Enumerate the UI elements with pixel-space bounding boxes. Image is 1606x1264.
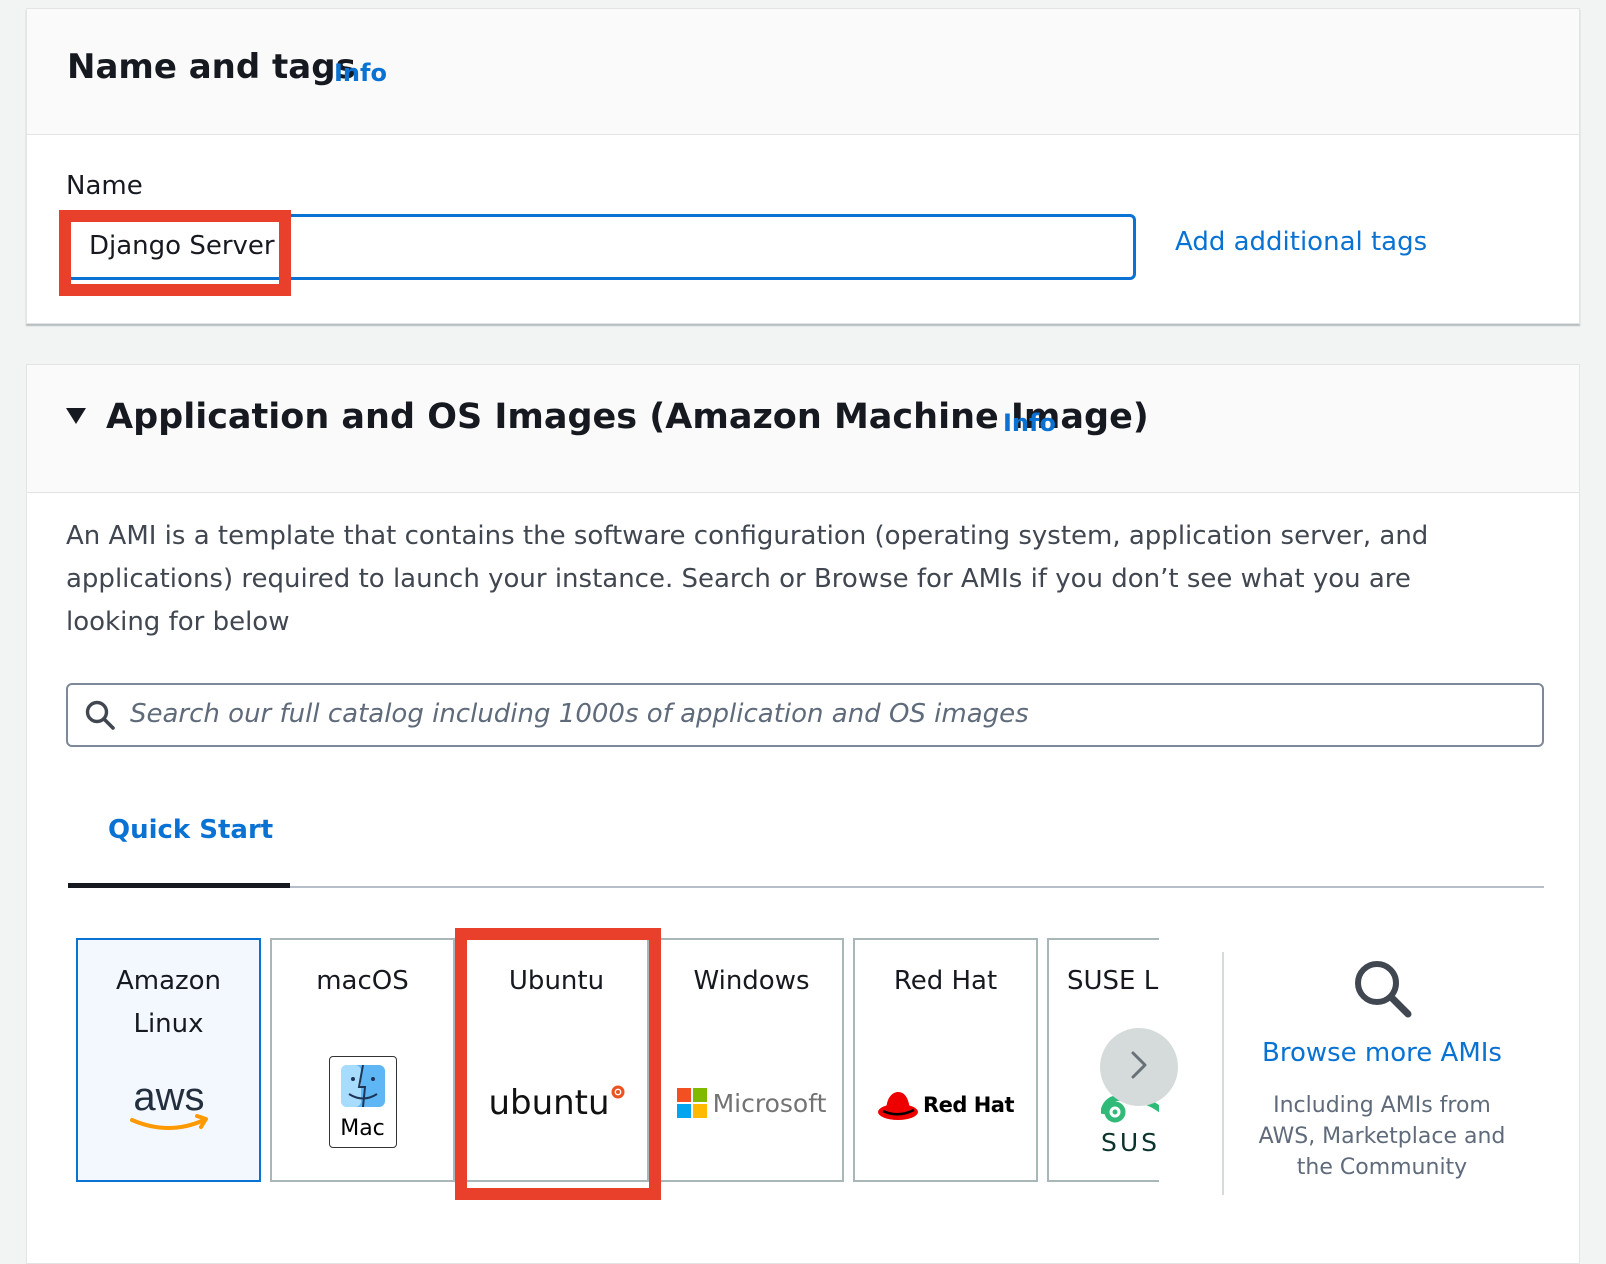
caret-down-icon[interactable] — [65, 407, 87, 429]
ami-search-input[interactable]: Search our full catalog including 1000s … — [66, 683, 1544, 747]
redhat-logo: Red Hat — [855, 1070, 1036, 1140]
ubuntu-circle-icon — [611, 1085, 625, 1099]
add-additional-tags-link[interactable]: Add additional tags — [1175, 227, 1427, 257]
suse-logo-text: SUS — [1101, 1128, 1159, 1157]
tile-label: Amazon Linux — [115, 966, 222, 1039]
ami-tile-red-hat[interactable]: Red Hat Red Hat — [853, 938, 1038, 1182]
name-and-tags-header: Name and tags Info — [27, 9, 1579, 135]
browse-search-icon[interactable] — [1352, 958, 1414, 1024]
tile-label: Red Hat — [893, 966, 998, 996]
ami-tile-ubuntu[interactable]: Ubuntu ubuntu — [464, 938, 649, 1182]
ami-tile-amazon-linux[interactable]: Amazon Linux aws — [76, 938, 261, 1182]
ubuntu-logo: ubuntu — [466, 1068, 647, 1138]
aws-logo-text: aws — [133, 1075, 204, 1119]
tile-label: SUSE Li — [1067, 966, 1159, 996]
name-label: Name — [66, 171, 143, 201]
tab-active-underline — [68, 883, 290, 888]
tile-label: macOS — [316, 966, 409, 996]
name-and-tags-panel: Name and tags Info Name Django Server Ad… — [26, 8, 1580, 324]
name-and-tags-title: Name and tags — [67, 47, 356, 87]
ami-title: Application and OS Images (Amazon Machin… — [106, 397, 1149, 437]
ami-info-link[interactable]: Info — [1003, 409, 1056, 437]
ami-header: Application and OS Images (Amazon Machin… — [27, 365, 1579, 493]
browse-more-amis-link[interactable]: Browse more AMIs — [1245, 1038, 1519, 1068]
ami-description: An AMI is a template that contains the s… — [66, 521, 1429, 637]
name-input[interactable]: Django Server — [66, 214, 1136, 280]
name-and-tags-info-link[interactable]: Info — [334, 59, 387, 87]
tile-label: Ubuntu — [508, 966, 605, 996]
redhat-logo-text: Red Hat — [922, 1093, 1015, 1117]
tile-label: Windows — [693, 966, 810, 996]
ubuntu-logo-text: ubuntu — [488, 1083, 610, 1123]
ami-tile-windows[interactable]: Windows Microsoft — [659, 938, 844, 1182]
chevron-right-icon — [1129, 1050, 1149, 1084]
aws-logo: aws — [78, 1060, 259, 1150]
search-icon — [84, 699, 116, 735]
ami-tile-macos[interactable]: macOS Mac — [270, 938, 455, 1182]
browse-more-amis-subtitle: Including AMIs from AWS, Marketplace and… — [1258, 1093, 1506, 1180]
redhat-hat-icon — [877, 1091, 918, 1120]
mac-finder-logo: Mac — [272, 1052, 453, 1152]
tiles-divider — [1222, 952, 1224, 1195]
carousel-next-button[interactable] — [1100, 1028, 1178, 1106]
microsoft-logo: Microsoft — [661, 1068, 842, 1138]
search-placeholder: Search our full catalog including 1000s … — [130, 699, 1029, 729]
microsoft-logo-text: Microsoft — [712, 1088, 827, 1118]
mac-logo-text: Mac — [340, 1116, 385, 1141]
windows-icon — [676, 1088, 707, 1118]
tab-quick-start[interactable]: Quick Start — [108, 815, 273, 845]
